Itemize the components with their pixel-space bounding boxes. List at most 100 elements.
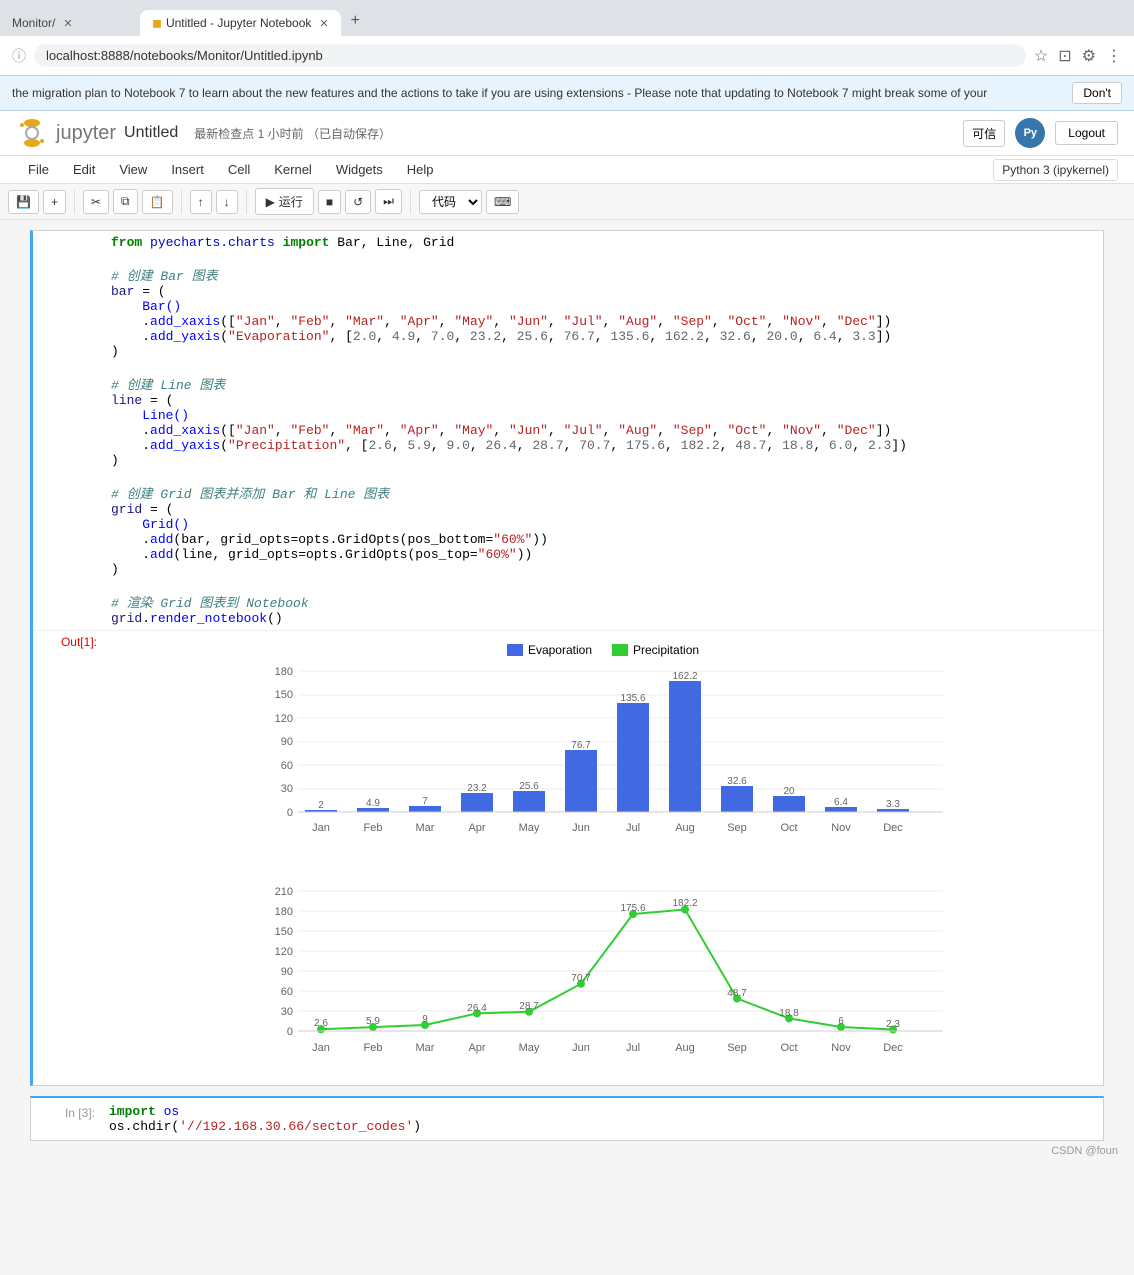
cell-code[interactable]: from pyecharts.charts import Bar, Line, … — [103, 231, 1103, 630]
svg-text:Nov: Nov — [831, 1042, 851, 1054]
extension-icon[interactable]: ⚙ — [1082, 46, 1096, 66]
menu-cell[interactable]: Cell — [216, 156, 262, 183]
tab-monitor-close[interactable]: ✕ — [63, 17, 72, 30]
line-chart-container: 0 30 60 90 120 150 180 210 — [111, 881, 1095, 1081]
menu-dots-icon[interactable]: ⋮ — [1106, 46, 1122, 66]
chart-legend: Evaporation Precipitation — [111, 643, 1095, 657]
profile-icon[interactable]: ⊡ — [1058, 46, 1071, 66]
svg-text:28.7: 28.7 — [519, 1001, 539, 1012]
svg-text:Sep: Sep — [727, 1042, 747, 1054]
tab-jupyter[interactable]: ◼ Untitled - Jupyter Notebook ✕ — [140, 10, 341, 36]
checkpoint-info: 最新检查点 1 小时前 （已自动保存） — [194, 125, 391, 142]
svg-text:90: 90 — [281, 736, 293, 748]
legend-precip-label: Precipitation — [633, 643, 699, 657]
restart-run-button[interactable]: ⏭ — [375, 189, 402, 214]
svg-text:Nov: Nov — [831, 822, 851, 834]
svg-text:25.6: 25.6 — [519, 781, 539, 792]
svg-text:30: 30 — [281, 783, 293, 795]
code-cell-2: In [3]: import os os.chdir('//192.168.30… — [30, 1096, 1104, 1141]
dont-button[interactable]: Don't — [1072, 82, 1122, 104]
legend-evap-color — [507, 644, 523, 656]
output-row: Out[1]: Evaporation Precipitation — [33, 631, 1103, 1085]
jupyter-logo-icon — [16, 117, 48, 149]
save-button[interactable]: 💾 — [8, 190, 39, 214]
run-button[interactable]: ▶ 运行 — [255, 188, 314, 215]
menu-view[interactable]: View — [107, 156, 159, 183]
svg-text:Oct: Oct — [780, 1042, 797, 1054]
menu-kernel[interactable]: Kernel — [262, 156, 324, 183]
cell-2-input: In [3]: import os os.chdir('//192.168.30… — [31, 1098, 1103, 1140]
svg-text:7: 7 — [422, 796, 428, 807]
cut-button[interactable]: ✂ — [83, 190, 109, 214]
menu-help[interactable]: Help — [395, 156, 446, 183]
menu-file[interactable]: File — [16, 156, 61, 183]
separator-4 — [410, 190, 411, 214]
copy-button[interactable]: ⧉ — [113, 189, 138, 214]
footer-text: CSDN @foun — [1051, 1145, 1118, 1157]
url-display[interactable]: localhost:8888/notebooks/Monitor/Untitle… — [34, 44, 1026, 67]
footer: CSDN @foun — [0, 1141, 1134, 1161]
svg-text:150: 150 — [275, 926, 293, 938]
tab-monitor-label: Monitor/ — [12, 16, 55, 30]
svg-text:70.7: 70.7 — [571, 973, 591, 984]
logout-button[interactable]: Logout — [1055, 121, 1118, 145]
svg-text:150: 150 — [275, 689, 293, 701]
add-cell-button[interactable]: + — [43, 190, 66, 214]
svg-text:60: 60 — [281, 760, 293, 772]
svg-text:May: May — [519, 1042, 540, 1054]
svg-text:162.2: 162.2 — [672, 671, 697, 682]
tab-jupyter-close[interactable]: ✕ — [319, 17, 328, 30]
output-label: Out[1]: — [33, 631, 103, 1085]
code-module: pyecharts.charts — [150, 235, 275, 250]
cell-in-label — [33, 231, 103, 239]
menu-edit[interactable]: Edit — [61, 156, 107, 183]
notebook-title[interactable]: Untitled — [124, 124, 178, 142]
output-charts: Evaporation Precipitation — [103, 631, 1103, 1085]
cell-type-select[interactable]: 代码 — [419, 190, 482, 214]
move-down-button[interactable]: ↓ — [216, 190, 238, 214]
svg-text:5.9: 5.9 — [366, 1016, 380, 1027]
menu-insert[interactable]: Insert — [159, 156, 216, 183]
svg-text:Jan: Jan — [312, 822, 330, 834]
tab-bar: Monitor/ ✕ ◼ Untitled - Jupyter Notebook… — [0, 0, 1134, 36]
svg-text:0: 0 — [287, 1026, 293, 1038]
svg-text:182.2: 182.2 — [672, 898, 697, 909]
svg-text:30: 30 — [281, 1006, 293, 1018]
svg-text:Jan: Jan — [312, 1042, 330, 1054]
info-icon: ⓘ — [12, 46, 26, 66]
move-up-button[interactable]: ↑ — [190, 190, 212, 214]
svg-text:60: 60 — [281, 986, 293, 998]
tab-monitor[interactable]: Monitor/ ✕ — [0, 10, 140, 36]
code-cell-1: from pyecharts.charts import Bar, Line, … — [30, 230, 1104, 1086]
keyboard-shortcut-button[interactable]: ⌨ — [486, 190, 519, 214]
svg-text:6.4: 6.4 — [834, 797, 848, 808]
code-bar-fn: Bar() — [142, 299, 181, 314]
svg-text:0: 0 — [287, 807, 293, 819]
svg-text:2: 2 — [318, 800, 324, 811]
cell-2-code[interactable]: import os os.chdir('//192.168.30.66/sect… — [101, 1098, 1103, 1140]
paste-button[interactable]: 📋 — [142, 190, 173, 214]
svg-text:Jun: Jun — [572, 822, 590, 834]
svg-text:180: 180 — [275, 906, 293, 918]
interrupt-button[interactable]: ■ — [318, 190, 341, 214]
svg-text:Dec: Dec — [883, 822, 903, 834]
cell-input: from pyecharts.charts import Bar, Line, … — [33, 231, 1103, 630]
svg-text:Dec: Dec — [883, 1042, 903, 1054]
svg-text:Jul: Jul — [626, 1042, 640, 1054]
svg-text:20: 20 — [783, 786, 795, 797]
jupyter-brand: jupyter — [56, 122, 116, 145]
notebook: from pyecharts.charts import Bar, Line, … — [0, 220, 1134, 1171]
comment-bar: # 创建 Bar 图表 — [111, 269, 218, 284]
code-imports: Bar, Line, Grid — [337, 235, 454, 250]
restart-button[interactable]: ↺ — [345, 190, 371, 214]
notification-bar: the migration plan to Notebook 7 to lear… — [0, 76, 1134, 111]
kernel-info: Python 3 (ipykernel) — [993, 159, 1118, 181]
svg-text:4.9: 4.9 — [366, 798, 380, 809]
svg-text:90: 90 — [281, 966, 293, 978]
svg-text:Feb: Feb — [364, 1042, 383, 1054]
tab-jupyter-icon: ◼ — [152, 16, 162, 30]
menu-widgets[interactable]: Widgets — [324, 156, 395, 183]
bookmark-icon[interactable]: ☆ — [1034, 46, 1048, 66]
new-tab-button[interactable]: + — [341, 6, 370, 36]
notification-text: the migration plan to Notebook 7 to lear… — [12, 86, 987, 100]
